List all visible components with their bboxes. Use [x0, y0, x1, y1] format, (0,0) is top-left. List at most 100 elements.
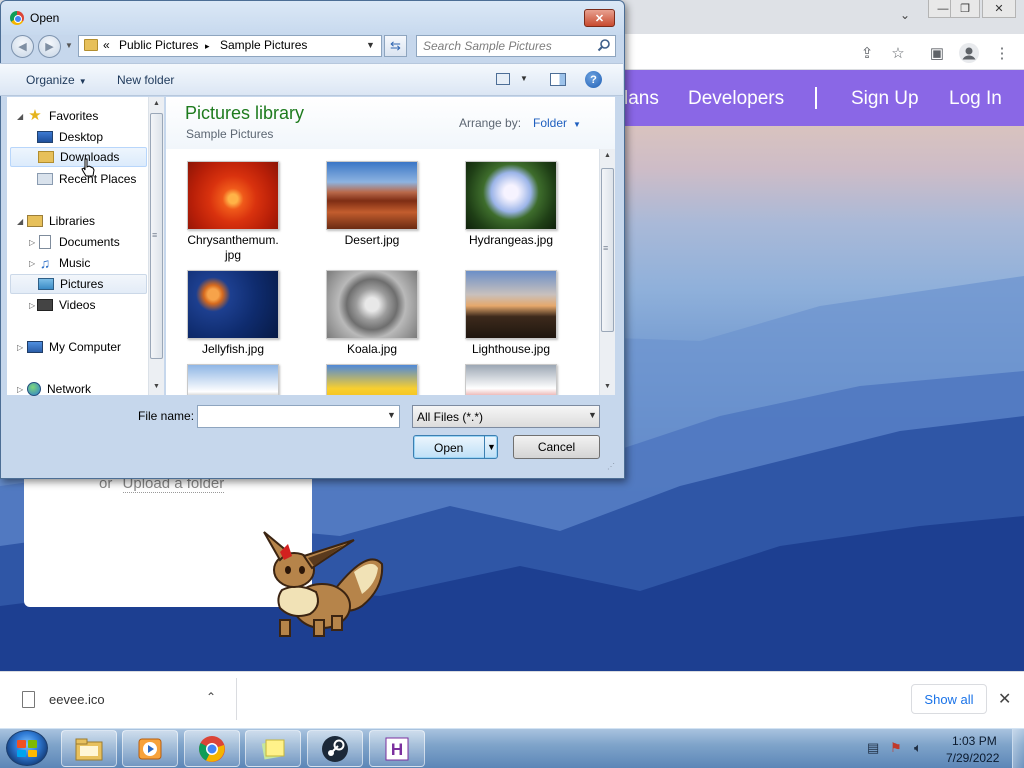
cancel-button[interactable]: Cancel	[513, 435, 600, 459]
breadcrumb-sample-pictures[interactable]: Sample Pictures	[220, 38, 307, 52]
thumbnail-penguins[interactable]	[187, 364, 279, 395]
chrome-icon	[10, 11, 24, 25]
nav-documents[interactable]: Documents	[37, 232, 120, 252]
nav-recent-places-label: Recent Places	[59, 172, 137, 186]
breadcrumb-separator-icon[interactable]: ▸	[205, 41, 210, 52]
address-dropdown-icon[interactable]: ▼	[366, 40, 375, 50]
file-label-lighthouse[interactable]: Lighthouse.jpg	[456, 342, 566, 357]
scroll-grip: ≡	[603, 243, 609, 253]
nav-my-computer[interactable]: My Computer	[27, 337, 121, 357]
nav-signup-link[interactable]: Sign Up	[851, 88, 919, 110]
sticky-notes-icon[interactable]	[245, 730, 301, 767]
nav-pictures[interactable]: Pictures	[10, 274, 147, 294]
thumbnail-lighthouse[interactable]	[465, 270, 557, 339]
scroll-down-arrow-icon[interactable]: ▼	[149, 383, 164, 390]
volume-icon[interactable]: 🔈︎	[914, 740, 922, 756]
refresh-icon[interactable]: ⇆	[384, 35, 407, 57]
new-folder-button[interactable]: New folder	[117, 73, 174, 87]
dialog-close-button[interactable]: ✕	[584, 9, 615, 27]
window-close-icon[interactable]: ✕	[982, 0, 1016, 18]
file-label-hydrangeas[interactable]: Hydrangeas.jpg	[456, 233, 566, 248]
explorer-icon[interactable]	[61, 730, 117, 767]
dialog-title-bar[interactable]	[1, 1, 624, 35]
file-label-jellyfish[interactable]: Jellyfish.jpg	[178, 342, 288, 357]
thumbnail-tulips[interactable]	[326, 364, 418, 395]
star-icon[interactable]: ☆	[887, 42, 909, 64]
nav-downloads[interactable]: Downloads	[10, 147, 147, 167]
tab-search-chevron-icon[interactable]: ⌄	[896, 8, 914, 26]
thumbnail-chrysanthemum[interactable]	[187, 161, 279, 230]
organize-button[interactable]: Organize ▼	[26, 73, 87, 87]
nav-desktop[interactable]: Desktop	[37, 127, 103, 147]
thumbnail-desert[interactable]	[326, 161, 418, 230]
expand-favorites-icon[interactable]: ◢	[17, 112, 23, 121]
expand-videos-icon[interactable]: ▷	[29, 301, 35, 310]
side-panel-icon[interactable]: ▣	[926, 42, 948, 64]
action-center-icon[interactable]: ⚑	[890, 740, 902, 756]
file-row-partial	[166, 362, 598, 395]
steam-icon[interactable]	[307, 730, 363, 767]
arrange-by-dropdown[interactable]: Folder ▼	[533, 116, 581, 130]
profile-icon[interactable]	[958, 42, 980, 64]
file-name-label: File name:	[138, 409, 195, 423]
thumbnail-santa[interactable]	[465, 364, 557, 395]
expand-documents-icon[interactable]: ▷	[29, 238, 35, 247]
expand-network-icon[interactable]: ▷	[17, 385, 23, 394]
nav-libraries[interactable]: Libraries	[27, 211, 95, 231]
download-file-name[interactable]: eevee.ico	[49, 692, 105, 707]
expand-music-icon[interactable]: ▷	[29, 259, 35, 268]
forward-arrow-icon[interactable]: ▶	[38, 35, 61, 58]
recent-locations-dropdown-icon[interactable]: ▼	[65, 41, 73, 50]
chevron-up-icon[interactable]: ⌃	[206, 690, 216, 704]
expand-my-computer-icon[interactable]: ▷	[17, 343, 23, 352]
view-dropdown-icon[interactable]: ▼	[520, 74, 528, 83]
file-label-chrysanthemum[interactable]: Chrysanthemum. jpg	[178, 233, 288, 263]
file-type-filter[interactable]: All Files (*.*)	[412, 405, 600, 428]
nav-plans-link[interactable]: lans	[624, 88, 659, 110]
show-desktop-button[interactable]	[1012, 729, 1024, 768]
back-arrow-icon[interactable]: ◀	[11, 35, 34, 58]
menu-icon[interactable]: ⋮	[991, 42, 1013, 64]
breadcrumb-public-pictures[interactable]: Public Pictures	[119, 38, 198, 52]
download-separator	[236, 678, 237, 720]
chrome-icon[interactable]	[184, 730, 240, 767]
search-input[interactable]: Search Sample Pictures	[416, 35, 616, 57]
restore-icon[interactable]: ❐	[950, 0, 980, 18]
thumbnail-jellyfish[interactable]	[187, 270, 279, 339]
scroll-down-arrow-icon[interactable]: ▼	[600, 383, 615, 390]
nav-music[interactable]: ♫ Music	[37, 253, 91, 273]
scroll-up-arrow-icon[interactable]: ▲	[600, 152, 615, 159]
open-options-arrow-icon[interactable]: ▼	[487, 442, 496, 452]
change-view-icon[interactable]	[496, 73, 510, 85]
resize-grip-icon[interactable]: ⋰	[607, 462, 615, 471]
open-button-label[interactable]: Open	[434, 441, 463, 455]
nav-developers-link[interactable]: Developers	[688, 88, 784, 110]
show-all-button[interactable]: Show all	[911, 684, 987, 714]
file-label-desert[interactable]: Desert.jpg	[317, 233, 427, 248]
help-icon[interactable]: ?	[585, 71, 602, 88]
nav-login-link[interactable]: Log In	[949, 88, 1002, 110]
search-icon[interactable]	[596, 38, 612, 54]
share-icon[interactable]: ⇪	[856, 42, 878, 64]
command-bar	[0, 63, 623, 96]
network-status-icon[interactable]: ▤	[867, 740, 879, 756]
file-name-dropdown-icon[interactable]: ▼	[387, 410, 396, 420]
file-label-koala[interactable]: Koala.jpg	[317, 342, 427, 357]
preview-pane-icon[interactable]	[550, 73, 566, 86]
address-overflow-chevron[interactable]: «	[103, 38, 110, 52]
clock-date[interactable]: 7/29/2022	[946, 751, 999, 765]
close-download-bar-icon[interactable]: ✕	[998, 689, 1011, 709]
scroll-up-arrow-icon[interactable]: ▲	[149, 100, 164, 107]
hx-icon[interactable]: H	[369, 730, 425, 767]
clock-time[interactable]: 1:03 PM	[952, 734, 997, 748]
nav-favorites[interactable]: ★ Favorites	[27, 106, 98, 126]
filter-dropdown-icon[interactable]: ▼	[588, 410, 597, 420]
media-player-icon[interactable]	[122, 730, 178, 767]
nav-network[interactable]: Network	[27, 379, 91, 399]
videos-icon	[37, 299, 53, 311]
expand-libraries-icon[interactable]: ◢	[17, 217, 23, 226]
file-name-input[interactable]	[197, 405, 400, 428]
thumbnail-hydrangeas[interactable]	[465, 161, 557, 230]
thumbnail-koala[interactable]	[326, 270, 418, 339]
nav-videos[interactable]: Videos	[37, 295, 95, 315]
